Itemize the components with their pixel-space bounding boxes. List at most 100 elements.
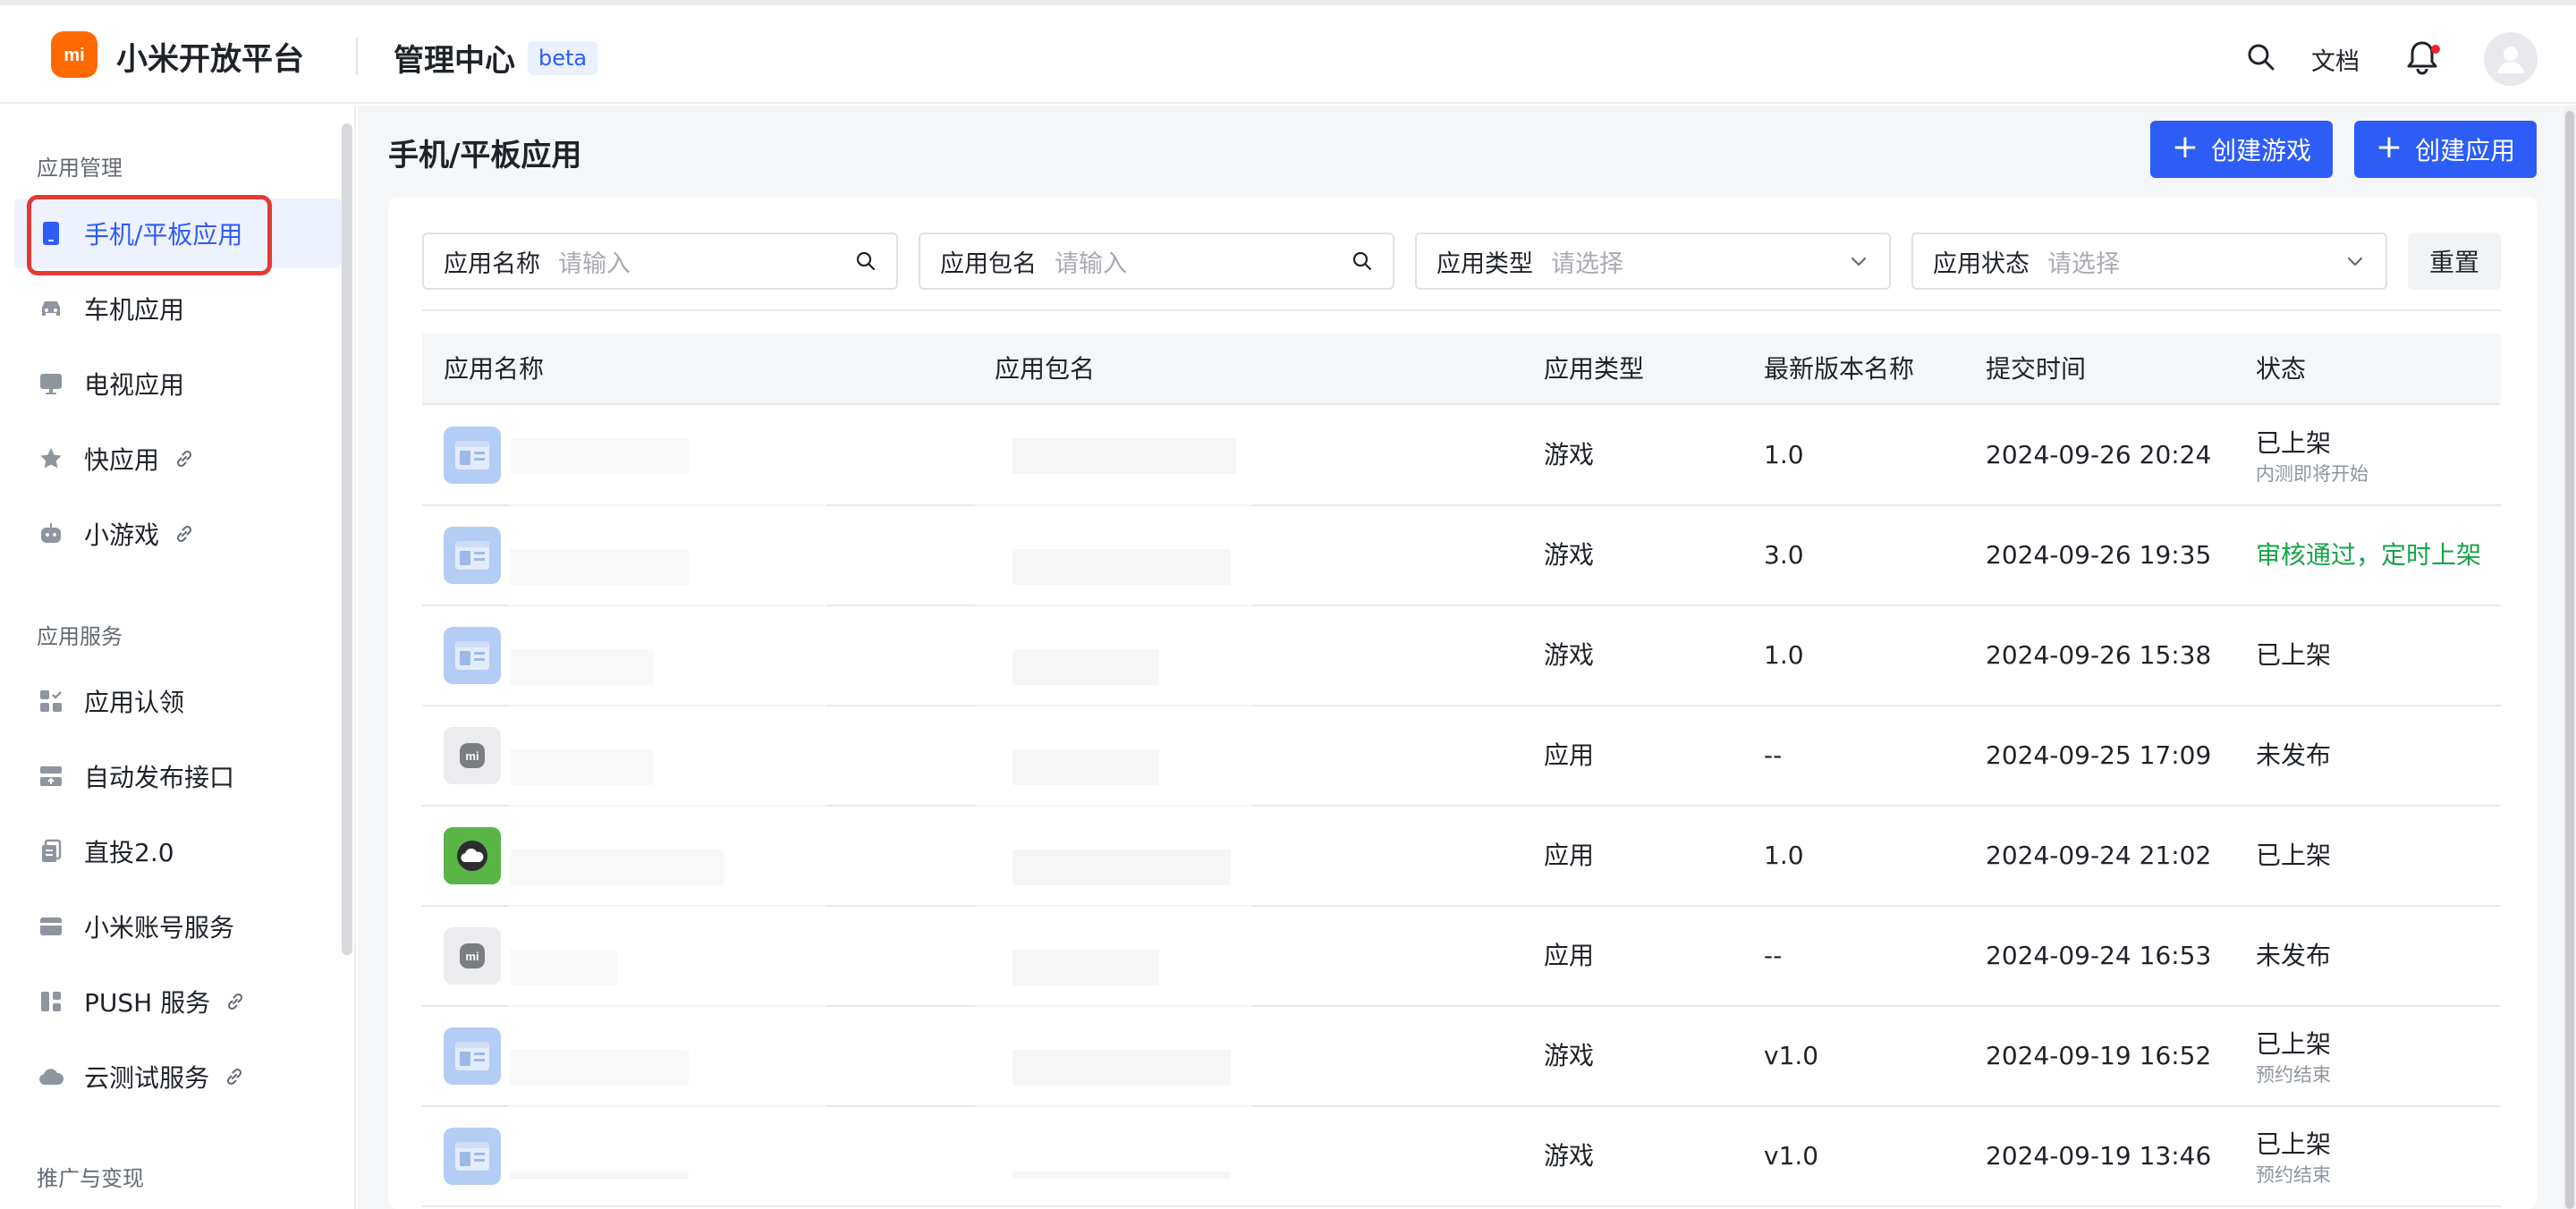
status-subtext: 预约结束 (2256, 1064, 2331, 1086)
sidebar-item-push-service[interactable]: PUSH 服务 (14, 967, 342, 1036)
column-header-submit-time[interactable]: 提交时间 (1986, 334, 2086, 405)
tv-icon (38, 370, 64, 397)
avatar[interactable] (2484, 32, 2538, 86)
page-scrollbar[interactable] (2565, 111, 2574, 1209)
sidebar-item-cloud-testing[interactable]: 云测试服务 (14, 1042, 342, 1112)
status-subtext: 内测即将开始 (2256, 463, 2368, 485)
sidebar-item-phone-tablet-apps[interactable]: 手机/平板应用 (14, 199, 342, 268)
table-header: 应用名称 应用包名 应用类型 最新版本名称 提交时间 状态 (422, 334, 2501, 405)
bell-icon[interactable] (2402, 38, 2442, 77)
app-type-select[interactable]: 应用类型 请选择 (1415, 232, 1891, 290)
search-icon[interactable] (1352, 250, 1373, 272)
sidebar-item-quick-apps[interactable]: 快应用 (14, 424, 342, 494)
filter-placeholder: 请选择 (1551, 249, 1623, 278)
status-cell: 已上架 (2256, 1129, 2332, 1159)
version-cell: -- (1764, 740, 1783, 770)
create-app-button[interactable]: + 创建应用 (2354, 121, 2537, 178)
app-type-cell: 游戏 (1544, 1041, 1595, 1070)
sidebar-group-title: 应用服务 (37, 624, 123, 649)
submit-time-cell: 2024-09-25 17:09 (1986, 740, 2212, 770)
copy-icon (38, 838, 64, 865)
filter-placeholder: 请输入 (558, 249, 631, 278)
submit-time-cell: 2024-09-26 20:24 (1986, 440, 2212, 469)
app-type-cell: 应用 (1544, 941, 1595, 970)
version-cell: 3.0 (1764, 540, 1804, 570)
sidebar-item-label: 快应用 (84, 445, 160, 475)
reset-button[interactable]: 重置 (2408, 232, 2501, 290)
docs-link[interactable]: 文档 (2311, 42, 2360, 77)
mi-icon: mi (444, 927, 501, 985)
link-icon (174, 523, 195, 545)
sidebar-item-label: 小游戏 (84, 520, 160, 550)
column-header-app-name[interactable]: 应用名称 (444, 334, 544, 405)
app-type-cell: 应用 (1544, 841, 1595, 870)
plus-icon: + (2171, 129, 2199, 165)
sidebar-item-label: 直投2.0 (84, 838, 174, 867)
filter-placeholder: 请输入 (1055, 249, 1127, 278)
sidebar-item-app-claim[interactable]: 应用认领 (14, 666, 342, 736)
column-header-latest-version[interactable]: 最新版本名称 (1764, 334, 1914, 405)
redaction-overlay (975, 429, 1252, 1180)
column-header-app-type[interactable]: 应用类型 (1544, 334, 1644, 405)
sidebar-item-xiaomi-account[interactable]: 小米账号服务 (14, 892, 342, 961)
sidebar-item-direct-ads[interactable]: 直投2.0 (14, 816, 342, 886)
status-cell: 未发布 (2256, 941, 2332, 970)
submit-time-cell: 2024-09-24 16:53 (1986, 941, 2212, 970)
submit-time-cell: 2024-09-24 21:02 (1986, 841, 2212, 870)
sidebar-item-label: 应用认领 (84, 688, 185, 717)
brand-name[interactable]: 小米开放平台 (116, 34, 304, 80)
sidebar-item-label: 小米账号服务 (84, 913, 235, 943)
chevron-down-icon (2344, 250, 2366, 272)
app-name-search-input[interactable]: 应用名称 请输入 (422, 232, 898, 290)
column-header-package-name[interactable]: 应用包名 (995, 334, 1095, 405)
plus-icon: + (2375, 129, 2403, 165)
sidebar-item-label: 云测试服务 (84, 1063, 210, 1093)
filter-placeholder: 请选择 (2047, 249, 2120, 278)
version-cell: -- (1764, 941, 1783, 970)
notification-dot (2431, 45, 2440, 54)
search-icon[interactable] (2243, 39, 2279, 75)
app-type-cell: 游戏 (1544, 1141, 1595, 1171)
sidebar-item-label: 电视应用 (84, 370, 185, 400)
submit-time-cell: 2024-09-26 19:35 (1986, 540, 2212, 570)
svg-text:mi: mi (465, 749, 479, 763)
search-icon[interactable] (855, 250, 877, 272)
version-cell: 1.0 (1764, 440, 1804, 469)
robot-icon (38, 520, 64, 547)
column-header-status[interactable]: 状态 (2256, 334, 2306, 405)
create-game-button[interactable]: + 创建游戏 (2150, 121, 2333, 178)
redaction-overlay (508, 435, 826, 1178)
brand-divider (356, 38, 358, 75)
version-cell: v1.0 (1764, 1141, 1819, 1171)
console-title: 管理中心 (394, 43, 515, 79)
mi-icon: mi (444, 727, 501, 784)
package-name-search-input[interactable]: 应用包名 请输入 (919, 232, 1394, 290)
sidebar-item-mini-games[interactable]: 小游戏 (14, 499, 342, 569)
sidebar-group-title: 应用管理 (37, 156, 123, 181)
top-navigation-bar: mi 小米开放平台 管理中心 beta 文档 (0, 5, 2576, 104)
xiaomi-logo[interactable]: mi (51, 31, 97, 78)
filter-divider (422, 309, 2501, 311)
app-status-select[interactable]: 应用状态 请选择 (1911, 232, 2387, 290)
sidebar-item-car-apps[interactable]: 车机应用 (14, 274, 342, 343)
submit-time-cell: 2024-09-19 13:46 (1986, 1141, 2212, 1171)
game-icon (444, 427, 501, 484)
car-icon (38, 295, 64, 322)
game-icon (444, 627, 501, 684)
app-type-cell: 游戏 (1544, 540, 1595, 570)
phone-icon (38, 220, 64, 247)
link-icon (225, 991, 246, 1012)
sidebar-item-tv-apps[interactable]: 电视应用 (14, 349, 342, 418)
game-icon (444, 527, 501, 584)
create-game-label: 创建游戏 (2211, 136, 2312, 165)
app-type-cell: 游戏 (1544, 640, 1595, 670)
sidebar-item-label: 车机应用 (84, 295, 185, 325)
weather-icon (444, 827, 501, 884)
sidebar-item-auto-publish-api[interactable]: 自动发布接口 (14, 741, 342, 811)
svg-text:mi: mi (465, 950, 479, 963)
app-type-cell: 游戏 (1544, 440, 1595, 469)
sidebar-scrollbar[interactable] (342, 123, 352, 955)
app-type-cell: 应用 (1544, 740, 1595, 770)
game-icon (444, 1128, 501, 1185)
filter-label: 应用名称 (444, 249, 540, 278)
